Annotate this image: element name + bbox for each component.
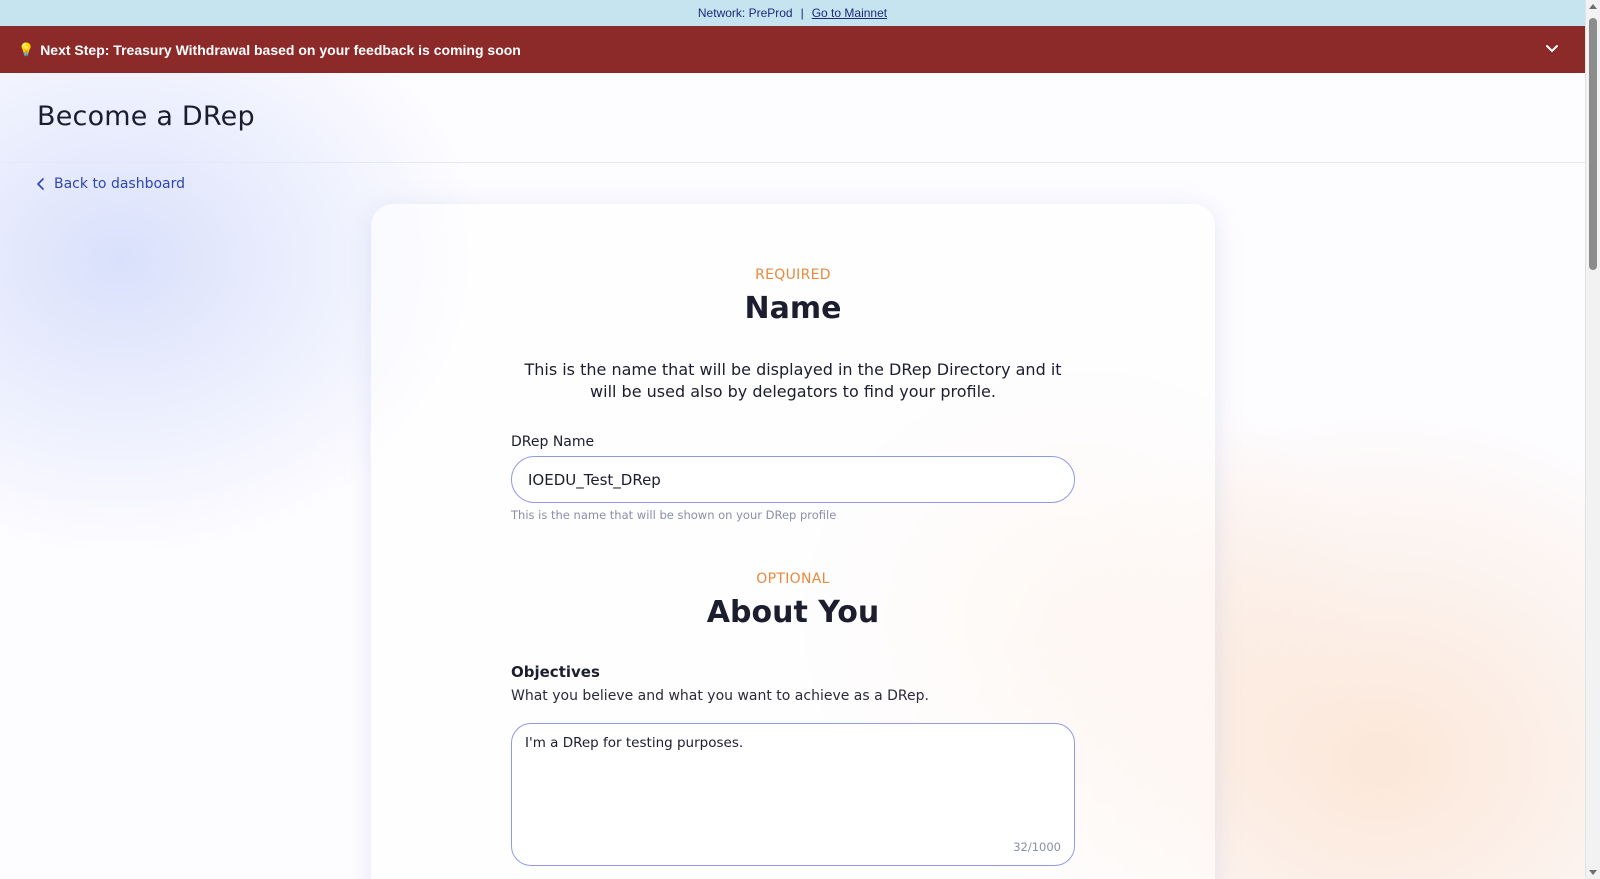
next-step-banner[interactable]: 💡 Next Step: Treasury Withdrawal based o…	[0, 26, 1585, 73]
optional-tag: OPTIONAL	[756, 571, 830, 587]
page-scrollbar[interactable]	[1585, 0, 1600, 879]
banner-text: Next Step: Treasury Withdrawal based on …	[40, 41, 521, 58]
network-separator: |	[800, 6, 804, 20]
scroll-down-arrow-icon[interactable]	[1589, 870, 1597, 875]
chevron-left-icon	[37, 178, 44, 190]
network-bar: Network: PreProd | Go to Mainnet	[0, 0, 1585, 26]
scroll-thumb[interactable]	[1589, 18, 1597, 270]
required-tag: REQUIRED	[755, 267, 831, 283]
go-to-mainnet-link[interactable]: Go to Mainnet	[812, 6, 887, 20]
back-label: Back to dashboard	[54, 176, 186, 192]
name-description: This is the name that will be displayed …	[524, 360, 1062, 401]
lightbulb-icon: 💡	[18, 41, 35, 57]
drep-name-input[interactable]	[511, 456, 1075, 503]
objectives-textarea[interactable]: I'm a DRep for testing purposes.	[525, 735, 1060, 835]
page-title: Become a DRep	[37, 101, 255, 132]
chevron-down-icon[interactable]	[1545, 42, 1559, 56]
drep-name-hint: This is the name that will be shown on y…	[511, 508, 837, 522]
network-label: Network: PreProd	[697, 6, 793, 20]
objectives-title: Objectives	[511, 663, 600, 681]
page-header: Become a DRep	[0, 73, 1585, 163]
objectives-subtitle: What you believe and what you want to ac…	[511, 688, 929, 704]
drep-form-card: REQUIRED Name This is the name that will…	[371, 204, 1215, 879]
scroll-up-arrow-icon[interactable]	[1589, 4, 1597, 9]
drep-name-label: DRep Name	[511, 434, 595, 450]
back-to-dashboard-link[interactable]: Back to dashboard	[36, 174, 185, 194]
name-section-title: Name	[744, 291, 842, 326]
page: Network: PreProd | Go to Mainnet 💡 Next …	[0, 0, 1585, 879]
objectives-char-counter: 32/1000	[1013, 840, 1061, 854]
objectives-field[interactable]: I'm a DRep for testing purposes. 32/1000	[511, 723, 1075, 866]
about-section-title: About You	[706, 595, 880, 630]
